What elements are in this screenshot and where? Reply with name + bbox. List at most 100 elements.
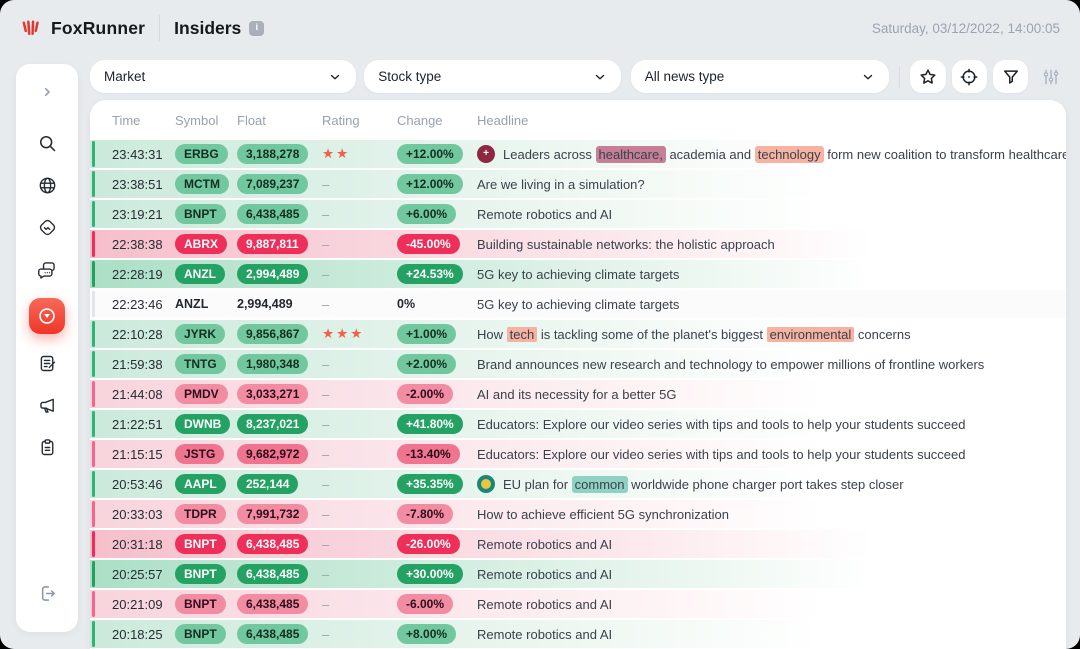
change-pill: -6.00%	[397, 594, 453, 614]
table-row[interactable]: 23:19:21BNPT6,438,485–+6.00%Remote robot…	[90, 200, 1066, 228]
stock-type-select[interactable]: Stock type	[364, 60, 620, 93]
row-accent-bar	[92, 411, 95, 437]
headline-segment: Remote robotics and AI	[477, 597, 612, 612]
float-cell: 3,033,271	[237, 384, 322, 404]
table-row[interactable]: 20:53:46AAPL252,144–+35.35%EU plan for c…	[90, 470, 1066, 498]
sidebar-item-notes[interactable]	[29, 349, 65, 377]
symbol-cell: JYRK	[175, 324, 237, 344]
table-row[interactable]: 20:25:57BNPT6,438,485–+30.00%Remote robo…	[90, 560, 1066, 588]
headline-segment: 5G key to achieving climate targets	[477, 297, 679, 312]
favorites-button[interactable]	[910, 60, 945, 93]
time-cell: 21:44:08	[112, 387, 175, 402]
rating-dash: –	[322, 177, 329, 192]
table-row[interactable]: 20:21:09BNPT6,438,485–-6.00%Remote robot…	[90, 590, 1066, 618]
row-accent-bar	[92, 591, 95, 617]
float-pill: 6,438,485	[237, 594, 308, 614]
settings-sliders-button[interactable]	[1036, 60, 1066, 93]
megaphone-icon	[37, 395, 58, 416]
info-icon[interactable]: i	[249, 21, 264, 36]
app-window: FoxRunner Insiders i Saturday, 03/12/202…	[0, 0, 1080, 649]
search-icon	[37, 133, 58, 154]
sidebar-item-chat[interactable]	[29, 255, 65, 283]
filter-button[interactable]	[993, 60, 1028, 93]
change-cell: +24.53%	[397, 264, 477, 284]
sidebar-expand-button[interactable]	[29, 78, 65, 106]
symbol-cell: BNPT	[175, 204, 237, 224]
top-bar: FoxRunner Insiders i Saturday, 03/12/202…	[0, 0, 1080, 56]
symbol-pill: ANZL	[175, 297, 208, 311]
headline-highlight: common	[572, 476, 628, 493]
headline-cell: Remote robotics and AI	[477, 207, 1066, 222]
col-header-change[interactable]: Change	[397, 113, 477, 128]
col-header-headline[interactable]: Headline	[477, 113, 1066, 128]
float-pill: 3,033,271	[237, 384, 308, 404]
headline-segment: Remote robotics and AI	[477, 537, 612, 552]
float-cell: 7,089,237	[237, 174, 322, 194]
row-accent-bar	[92, 441, 95, 467]
sidebar-item-orders[interactable]	[29, 433, 65, 461]
table-row[interactable]: 21:44:08PMDV3,033,271–-2.00%AI and its n…	[90, 380, 1066, 408]
time-value: 20:31:18	[112, 537, 163, 552]
table-row[interactable]: 21:59:38TNTG1,980,348–+2.00%Brand announ…	[90, 350, 1066, 378]
symbol-cell: BNPT	[175, 564, 237, 584]
change-pill: 0%	[397, 297, 415, 311]
target-button[interactable]	[952, 60, 987, 93]
change-pill: +1.00%	[397, 324, 456, 344]
headline-segment: EU plan for	[503, 477, 572, 492]
change-cell: +12.00%	[397, 144, 477, 164]
rating-cell: –	[322, 597, 397, 612]
time-cell: 21:15:15	[112, 447, 175, 462]
sidebar-item-markets[interactable]	[29, 171, 65, 199]
chevron-down-icon	[593, 70, 607, 84]
table-row[interactable]: 23:43:31ERBG3,188,278★★+12.00%+Leaders a…	[90, 140, 1066, 168]
col-header-symbol[interactable]: Symbol	[175, 113, 237, 128]
col-header-float[interactable]: Float	[237, 113, 322, 128]
headline-text: Are we living in a simulation?	[477, 177, 645, 192]
table-row[interactable]: 20:31:18BNPT6,438,485–-26.00%Remote robo…	[90, 530, 1066, 558]
table-row[interactable]: 20:18:25BNPT6,438,485–+8.00%Remote robot…	[90, 620, 1066, 648]
change-pill: +8.00%	[397, 624, 456, 644]
headline-cell: AI and its necessity for a better 5G	[477, 387, 1066, 402]
rating-cell: –	[322, 417, 397, 432]
rating-cell: –	[322, 357, 397, 372]
table-row[interactable]: 22:38:38ABRX9,887,811–-45.00%Building su…	[90, 230, 1066, 258]
table-body: 23:43:31ERBG3,188,278★★+12.00%+Leaders a…	[90, 140, 1066, 648]
table-row[interactable]: 22:10:28JYRK9,856,867★★★+1.00%How tech i…	[90, 320, 1066, 348]
time-cell: 20:53:46	[112, 477, 175, 492]
sidebar-item-deals[interactable]	[29, 213, 65, 241]
rating-dash: –	[322, 207, 329, 222]
headline-text: Building sustainable networks: the holis…	[477, 237, 775, 252]
float-cell: 9,682,972	[237, 444, 322, 464]
change-cell: -2.00%	[397, 384, 477, 404]
row-accent-bar	[92, 171, 95, 197]
time-value: 20:53:46	[112, 477, 163, 492]
row-accent-bar	[92, 531, 95, 557]
sidebar-item-search[interactable]	[29, 129, 65, 157]
headline-cell: Remote robotics and AI	[477, 627, 1066, 642]
symbol-pill: TDPR	[175, 504, 226, 524]
headline-cell: Remote robotics and AI	[477, 567, 1066, 582]
col-header-rating[interactable]: Rating	[322, 113, 397, 128]
table-row[interactable]: 23:38:51MCTM7,089,237–+12.00%Are we livi…	[90, 170, 1066, 198]
news-type-select[interactable]: All news type	[631, 60, 889, 93]
symbol-pill: AAPL	[175, 474, 226, 494]
headline-text: Remote robotics and AI	[477, 627, 612, 642]
logout-button[interactable]	[29, 579, 65, 607]
table-row[interactable]: 22:28:19ANZL2,994,489–+24.53%5G key to a…	[90, 260, 1066, 288]
change-cell: +41.80%	[397, 414, 477, 434]
brand-name: FoxRunner	[51, 18, 145, 39]
table-row[interactable]: 20:33:03TDPR7,991,732–-7.80%How to achie…	[90, 500, 1066, 528]
table-row[interactable]: 22:23:46ANZL2,994,489–0%5G key to achiev…	[90, 290, 1066, 318]
col-header-time[interactable]: Time	[112, 113, 175, 128]
rating-dash: –	[322, 537, 329, 552]
brand-logo[interactable]: FoxRunner	[20, 16, 145, 40]
sidebar-item-insiders-active[interactable]	[29, 298, 65, 334]
symbol-cell: JSTG	[175, 444, 237, 464]
headline-segment: Remote robotics and AI	[477, 207, 612, 222]
table-row[interactable]: 21:15:15JSTG9,682,972–-13.40%Educators: …	[90, 440, 1066, 468]
float-pill: 7,089,237	[237, 174, 308, 194]
sidebar-item-announcements[interactable]	[29, 391, 65, 419]
table-row[interactable]: 21:22:51DWNB8,237,021–+41.80%Educators: …	[90, 410, 1066, 438]
symbol-cell: TDPR	[175, 504, 237, 524]
market-select[interactable]: Market	[90, 60, 356, 93]
